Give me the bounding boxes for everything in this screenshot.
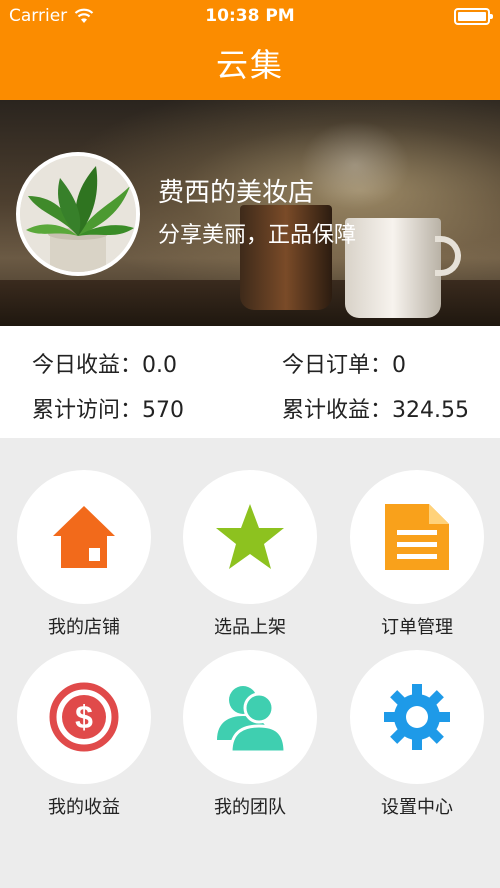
my-team-button[interactable]: 我的团队 (180, 650, 320, 819)
plant-image (20, 156, 136, 272)
select-products-button[interactable]: 选品上架 (180, 470, 320, 639)
team-icon (217, 686, 287, 752)
star-icon (216, 504, 284, 569)
menu-label: 我的收益 (48, 797, 120, 818)
order-management-button[interactable]: 订单管理 (347, 470, 487, 639)
shop-avatar[interactable] (16, 152, 140, 276)
stat-total-income: 累计收益：324.55 (282, 392, 469, 424)
stat-total-visits: 累计访问：570 (32, 392, 184, 424)
stat-value: 0.0 (142, 353, 178, 378)
page-title: 云集 (215, 46, 284, 84)
menu-icon-circle[interactable]: $ (17, 650, 151, 784)
stat-value: 570 (142, 398, 185, 423)
top-bar: Carrier 10:38 PM 云集 (0, 0, 500, 100)
my-shop-button[interactable]: 我的店铺 (14, 470, 154, 639)
menu-icon-circle[interactable] (350, 470, 484, 604)
white-cup-image (345, 218, 461, 318)
menu-icon-circle[interactable] (183, 470, 317, 604)
battery-icon (454, 8, 493, 25)
dollar-icon: $ (49, 682, 119, 752)
stat-label: 今日收益： (32, 353, 143, 378)
menu-icon-circle[interactable] (350, 650, 484, 784)
menu-label: 订单管理 (381, 617, 453, 638)
gear-icon (384, 684, 450, 750)
menu-label: 我的团队 (214, 797, 286, 818)
status-bar: Carrier 10:38 PM (0, 0, 500, 34)
document-icon (385, 504, 449, 570)
home-icon (53, 506, 115, 568)
shop-slogan: 分享美丽，正品保障 (158, 223, 357, 248)
stats-panel: 今日收益：0.0 今日订单：0 累计访问：570 累计收益：324.55 (0, 326, 500, 438)
clock: 10:38 PM (205, 6, 295, 26)
stat-label: 累计访问： (32, 398, 143, 423)
menu-label: 设置中心 (381, 797, 453, 818)
menu-icon-circle[interactable] (183, 650, 317, 784)
stat-label: 累计收益： (282, 398, 393, 423)
stat-label: 今日订单： (282, 353, 393, 378)
menu-label: 选品上架 (214, 617, 286, 638)
stat-today-orders: 今日订单：0 (282, 347, 406, 379)
stat-today-income: 今日收益：0.0 (32, 347, 177, 379)
stat-value: 324.55 (392, 398, 469, 423)
menu-label: 我的店铺 (48, 617, 120, 638)
steam-decoration (300, 120, 410, 210)
svg-text:$: $ (75, 699, 93, 735)
my-income-button[interactable]: $ 我的收益 (14, 650, 154, 819)
shop-name: 费西的美妆店 (158, 178, 315, 208)
settings-button[interactable]: 设置中心 (347, 650, 487, 819)
stat-value: 0 (392, 353, 407, 378)
menu-icon-circle[interactable] (17, 470, 151, 604)
